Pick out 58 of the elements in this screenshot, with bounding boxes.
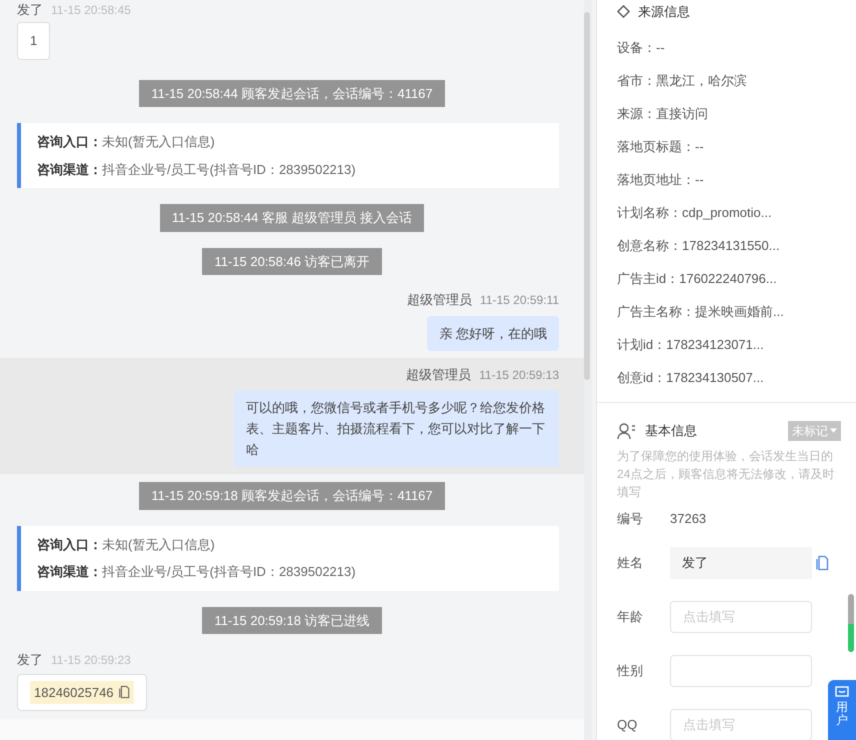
entry-label: 咨询渠道： xyxy=(37,160,102,178)
entry-value: 抖音企业号/员工号(抖音号ID：2839502213) xyxy=(102,563,356,581)
entry-value: 抖音企业号/员工号(抖音号ID：2839502213) xyxy=(102,160,356,179)
source-info-line: 落地页地址：-- xyxy=(617,171,704,190)
copy-icon[interactable] xyxy=(815,554,829,570)
source-info-line: 来源：直接访问 xyxy=(617,105,708,124)
entry-label: 咨询入口： xyxy=(37,536,102,554)
system-notice: 11-15 20:58:46 访客已离开 xyxy=(202,248,382,275)
side-user-tab[interactable]: 用户 xyxy=(828,680,856,740)
source-info-line: 计划id：178234123071... xyxy=(617,336,764,354)
field-label: 性别 xyxy=(617,662,644,680)
input-field[interactable]: 点击填写 xyxy=(670,708,812,740)
readonly-field: 发了 xyxy=(670,546,812,578)
sender-name: 超级管理员 xyxy=(407,291,472,309)
source-info-line: 设备：-- xyxy=(617,39,665,58)
source-info-line: 计划名称：cdp_promotio... xyxy=(617,204,772,222)
field-label: 姓名 xyxy=(617,554,644,572)
field-label: 编号 xyxy=(617,510,644,528)
entry-label: 咨询渠道： xyxy=(37,563,102,581)
source-info-line: 广告主id：176022240796... xyxy=(617,270,777,288)
message-bubble: 1 xyxy=(17,22,50,60)
section-title: 基本信息 xyxy=(645,422,697,440)
sender-name: 超级管理员 xyxy=(406,366,472,384)
notice-text: 为了保障您的使用体验，会话发生当日的24点之后，顾客信息将无法修改，请及时填写 xyxy=(616,448,836,500)
field-label: 年龄 xyxy=(617,608,644,626)
field-value: 37263 xyxy=(670,510,706,528)
progress-indicator xyxy=(848,594,854,652)
scrollbar-thumb[interactable] xyxy=(584,12,590,380)
message-time: 11-15 20:58:45 xyxy=(51,2,131,18)
field-label: QQ xyxy=(617,716,638,734)
entry-value: 未知(暂无入口信息) xyxy=(102,133,215,151)
message-time: 11-15 20:59:11 xyxy=(480,292,559,309)
sender-name: 发了 xyxy=(17,651,43,669)
source-info-line: 创意id：178234130507... xyxy=(617,369,764,388)
source-info-line: 省市：黑龙江，哈尔滨 xyxy=(617,72,747,90)
input-field[interactable] xyxy=(670,654,812,686)
user-icon xyxy=(617,422,637,440)
sender-name: 发了 xyxy=(17,2,43,18)
source-info-line: 广告主名称：提米映画婚前... xyxy=(617,303,784,322)
system-notice: 11-15 20:58:44 顾客发起会话，会话编号：41167 xyxy=(139,80,445,107)
chat-icon xyxy=(835,686,849,699)
system-notice: 11-15 20:58:44 客服 超级管理员 接入会话 xyxy=(160,204,424,232)
system-notice: 11-15 20:59:18 访客已进线 xyxy=(202,606,382,634)
message-time: 11-15 20:59:23 xyxy=(51,652,131,669)
message-bubble: 亲 您好呀，在的哦 xyxy=(427,316,559,350)
entry-value: 未知(暂无入口信息) xyxy=(102,536,215,554)
message-bubble: 可以的哦，您微信号或者手机号多少呢？给您发价格表、主题客片、拍摄流程看下，您可以对比了解一下哈 xyxy=(234,390,559,467)
section-title: 来源信息 xyxy=(638,3,690,21)
phone-number[interactable]: 18246025746 xyxy=(30,680,134,704)
diamond-icon xyxy=(617,5,630,18)
entry-label: 咨询入口： xyxy=(37,133,102,151)
message-time: 11-15 20:59:13 xyxy=(479,366,559,384)
input-field[interactable]: 点击填写 xyxy=(670,600,812,632)
source-info-line: 落地页标题：-- xyxy=(617,138,704,156)
caret-icon xyxy=(830,428,837,433)
copy-icon[interactable] xyxy=(118,685,130,700)
source-info-line: 创意名称：178234131550... xyxy=(617,237,780,256)
system-notice: 11-15 20:59:18 顾客发起会话，会话编号：41167 xyxy=(139,482,445,510)
